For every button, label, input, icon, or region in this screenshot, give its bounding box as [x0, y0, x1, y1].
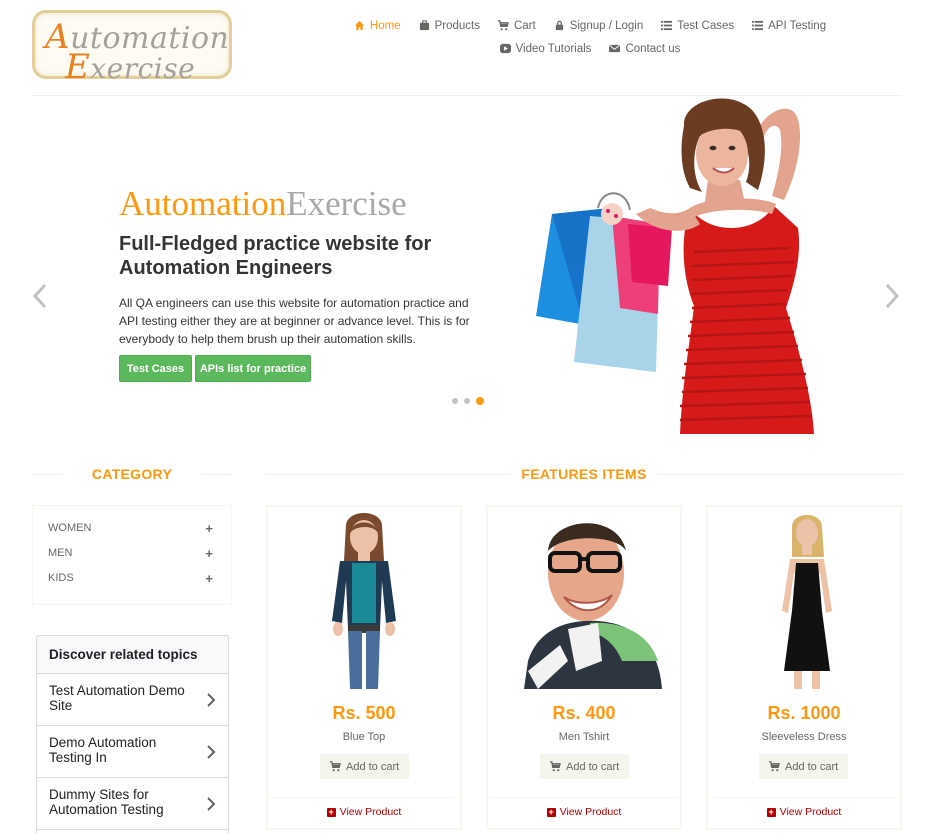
plus-icon[interactable]: + [205, 521, 213, 536]
nav-contact-label: Contact us [625, 42, 681, 55]
add-to-cart-button[interactable]: Add to cart [759, 754, 849, 779]
cart-icon [330, 761, 341, 772]
product-card: Rs. 400 Men Tshirt Add to cart + View Pr… [486, 505, 682, 830]
plus-icon[interactable]: + [205, 571, 213, 586]
product-card: Rs. 500 Blue Top Add to cart + View Prod… [266, 505, 462, 830]
nav-video-tutorials[interactable]: Video Tutorials [491, 37, 601, 60]
category-item-women[interactable]: WOMEN + [48, 521, 213, 536]
plus-square-icon: + [326, 806, 336, 817]
product-price: Rs. 500 [332, 703, 396, 723]
plus-icon[interactable]: + [205, 546, 213, 561]
slider-indicators [452, 397, 484, 405]
slider-description: All QA engineers can use this website fo… [119, 296, 470, 346]
slider-dot-3[interactable] [476, 397, 484, 405]
product-card: Rs. 1000 Sleeveless Dress Add to cart + … [706, 505, 902, 830]
discover-item-label: Test Automation Demo Site [49, 683, 185, 713]
plus-square-icon: + [766, 806, 776, 817]
category-item-label: KIDS [48, 572, 74, 584]
slider-brand-title: AutomationExercise [119, 184, 407, 223]
chevron-right-icon [207, 693, 216, 707]
nav-cart[interactable]: Cart [489, 14, 545, 37]
plus-square-icon: + [546, 806, 556, 817]
lock-icon [554, 20, 565, 31]
slider-headline: Full-Fledged practice website for Automa… [119, 233, 432, 279]
slider-prev-arrow-icon[interactable] [30, 282, 50, 310]
add-to-cart-label: Add to cart [346, 760, 400, 773]
discover-item[interactable]: Dummy Sites for Automation Testing [37, 778, 228, 830]
list-icon [752, 20, 764, 31]
view-product-label: View Product [779, 806, 842, 818]
product-name: Men Tshirt [558, 731, 610, 743]
products-icon [419, 20, 430, 31]
cart-icon [769, 761, 780, 772]
product-price: Rs. 1000 [767, 703, 841, 723]
discover-item[interactable]: Test Automation Demo Site [37, 674, 228, 726]
category-item-label: MEN [48, 547, 73, 559]
cart-icon [497, 20, 509, 31]
nav-signup-login[interactable]: Signup / Login [545, 14, 653, 37]
slider-dot-1[interactable] [452, 398, 458, 404]
logo-line-2: Exercise [65, 47, 196, 87]
category-item-kids[interactable]: KIDS + [48, 571, 213, 586]
card-divider [268, 797, 460, 798]
nav-products-label: Products [434, 19, 480, 32]
view-product-label: View Product [339, 806, 402, 818]
nav-home[interactable]: Home [345, 14, 410, 37]
product-name: Sleeveless Dress [761, 731, 847, 743]
product-image [718, 511, 890, 689]
nav-api-testing[interactable]: API Testing [743, 14, 835, 37]
discover-title: Discover related topics [37, 636, 228, 674]
nav-test-cases[interactable]: Test Cases [652, 14, 743, 37]
site-logo[interactable]: Automation Exercise [32, 10, 232, 87]
nav-test-cases-label: Test Cases [677, 19, 735, 32]
video-icon [499, 43, 511, 54]
slider-next-arrow-icon[interactable] [882, 282, 902, 310]
home-icon [354, 20, 365, 31]
category-title: CATEGORY [32, 466, 232, 482]
discover-related-topics: Discover related topics Test Automation … [36, 635, 229, 833]
discover-item[interactable]: Demo Automation Testing In [37, 726, 228, 778]
add-to-cart-label: Add to cart [785, 760, 839, 773]
nav-contact-us[interactable]: Contact us [600, 37, 689, 60]
product-name: Blue Top [342, 731, 386, 743]
nav-home-label: Home [369, 19, 401, 32]
add-to-cart-button[interactable]: Add to cart [320, 754, 410, 779]
card-divider [488, 797, 680, 798]
nav-cart-label: Cart [513, 19, 536, 32]
nav-video-label: Video Tutorials [515, 42, 592, 55]
slider-dot-2[interactable] [464, 398, 470, 404]
add-to-cart-label: Add to cart [566, 760, 620, 773]
product-image [498, 511, 670, 689]
features-title: FEATURES ITEMS [266, 466, 902, 482]
view-product-label: View Product [559, 806, 622, 818]
apis-list-button[interactable]: APIs list for practice [195, 355, 311, 382]
test-cases-button[interactable]: Test Cases [119, 355, 192, 382]
view-product-link[interactable]: + View Product [488, 806, 680, 818]
category-panel: WOMEN + MEN + KIDS + [32, 505, 232, 605]
main-nav: Home Products Cart Signup / Login Test C… [330, 14, 850, 60]
category-item-men[interactable]: MEN + [48, 546, 213, 561]
view-product-link[interactable]: + View Product [708, 806, 900, 818]
envelope-icon [609, 43, 621, 54]
view-product-link[interactable]: + View Product [268, 806, 460, 818]
hero-model-image [536, 98, 814, 434]
nav-api-testing-label: API Testing [768, 19, 827, 32]
chevron-right-icon [207, 797, 216, 811]
add-to-cart-button[interactable]: Add to cart [540, 754, 630, 779]
category-item-label: WOMEN [48, 522, 92, 534]
chevron-right-icon [207, 745, 216, 759]
nav-signup-label: Signup / Login [569, 19, 644, 32]
discover-item-label: Demo Automation Testing In [49, 735, 157, 765]
product-price: Rs. 400 [552, 703, 616, 723]
cart-icon [550, 761, 561, 772]
hero-slider: AutomationExercise Full-Fledged practice… [0, 96, 937, 436]
card-divider [708, 797, 900, 798]
discover-item-label: Dummy Sites for Automation Testing [49, 787, 164, 817]
product-image [278, 511, 450, 689]
nav-products[interactable]: Products [410, 14, 489, 37]
list-icon [661, 20, 673, 31]
